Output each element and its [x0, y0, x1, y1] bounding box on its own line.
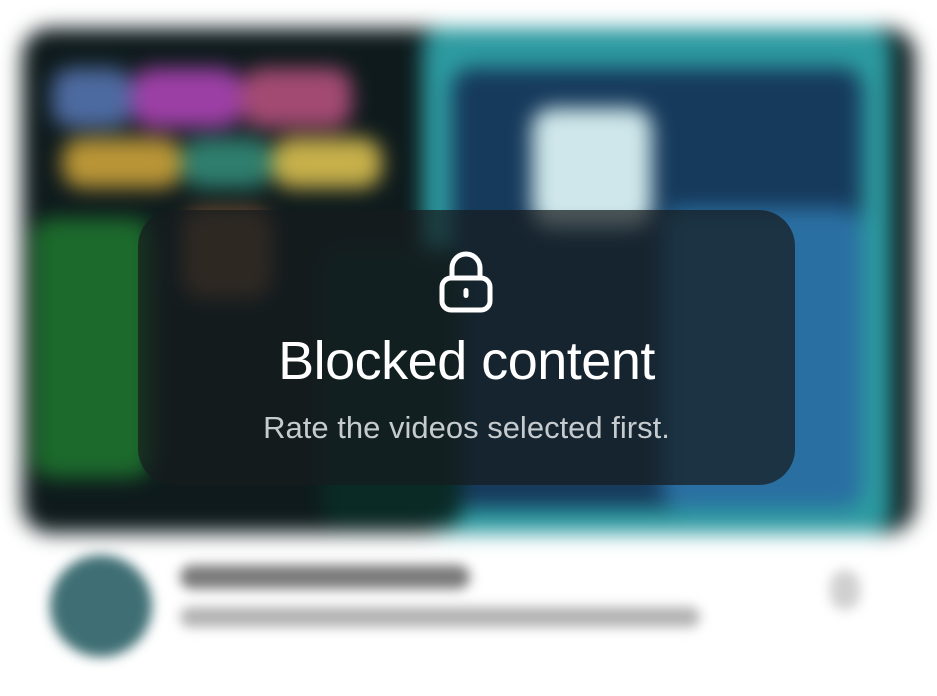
- channel-info-blurred: [40, 545, 900, 665]
- video-meta-placeholder: [180, 607, 700, 627]
- video-title-placeholder: [180, 565, 470, 589]
- thumbnail-shape: [272, 138, 382, 188]
- thumbnail-shape: [62, 138, 182, 188]
- thumbnail-shape: [242, 68, 352, 128]
- overlay-message: Rate the videos selected first.: [263, 410, 670, 445]
- thumbnail-shape: [182, 138, 272, 188]
- blocked-content-overlay: Blocked content Rate the videos selected…: [138, 210, 795, 485]
- overlay-title: Blocked content: [278, 331, 655, 391]
- thumbnail-shape: [52, 68, 132, 128]
- lock-icon: [439, 251, 493, 313]
- more-options-icon: [830, 570, 860, 610]
- thumbnail-shape: [132, 68, 242, 128]
- avatar: [50, 555, 152, 657]
- thumbnail-shape: [32, 218, 152, 478]
- video-card: Blocked content Rate the videos selected…: [0, 0, 937, 696]
